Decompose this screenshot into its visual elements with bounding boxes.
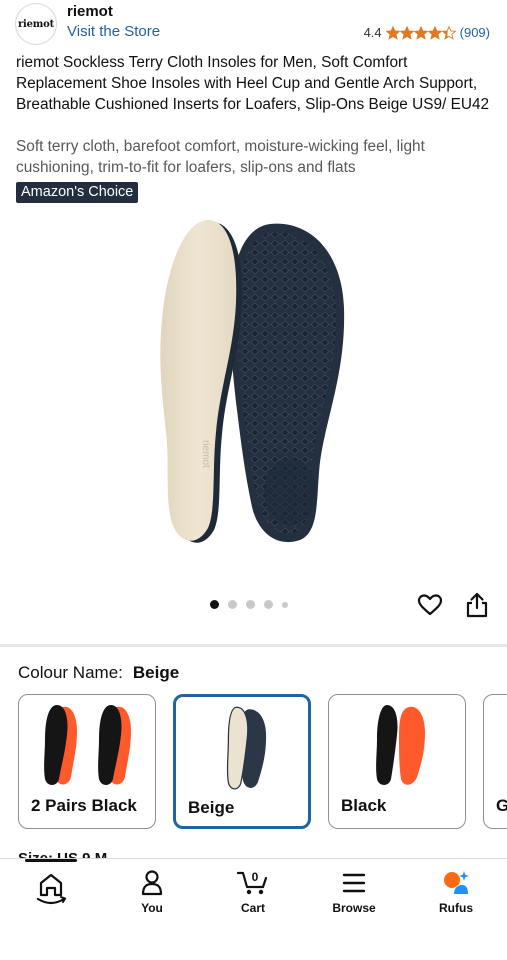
store-header: riemot riemot Visit the Store 4.4 (909): [0, 0, 507, 50]
nav-browse-label: Browse: [332, 901, 376, 915]
rating-summary[interactable]: 4.4 (909): [364, 25, 490, 40]
section-divider: [0, 644, 507, 647]
person-icon: [141, 870, 163, 896]
nav-home[interactable]: [11, 869, 91, 909]
colour-name-label: Colour Name:: [18, 663, 123, 682]
swatch-black-image: [376, 705, 425, 785]
rating-stars: [385, 25, 456, 40]
bottom-navigation: You 0 Cart Browse Rufus: [0, 858, 507, 960]
product-subtitle: Soft terry cloth, barefoot comfort, mois…: [16, 138, 425, 176]
product-title: riemot Sockless Terry Cloth Insoles for …: [16, 54, 490, 113]
star-icon: [385, 25, 400, 40]
nav-you-label: You: [141, 901, 163, 915]
heart-icon[interactable]: [417, 592, 443, 618]
star-icon: [399, 25, 414, 40]
colour-swatch-list: 2 Pairs Black Beige Black G: [18, 694, 507, 830]
swatch-beige-image: [226, 706, 267, 790]
brand-name[interactable]: riemot: [67, 3, 113, 20]
amazons-choice-badge[interactable]: Amazon's Choice: [16, 182, 139, 203]
nav-cart[interactable]: 0 Cart: [213, 869, 293, 915]
product-image-gallery[interactable]: riemot: [0, 212, 507, 592]
swatch-label: 2 Pairs Black: [31, 796, 137, 815]
carousel-dot[interactable]: [264, 600, 273, 609]
nav-browse[interactable]: Browse: [314, 869, 394, 915]
cart-icon: 0: [236, 870, 268, 895]
insole-print: riemot: [200, 440, 211, 468]
home-icon: [36, 873, 67, 905]
carousel-dot[interactable]: [282, 601, 288, 608]
rating-value: 4.4: [363, 25, 382, 40]
selected-colour-value: Beige: [132, 663, 180, 682]
nav-cart-label: Cart: [240, 901, 265, 915]
swatch-2-pairs-black[interactable]: 2 Pairs Black: [18, 694, 156, 829]
brand-logo[interactable]: riemot: [15, 3, 57, 45]
swatch-label: Black: [341, 796, 387, 815]
swatch-black[interactable]: Black: [328, 694, 466, 829]
swatch-label: G: [496, 796, 507, 815]
nav-rufus[interactable]: Rufus: [416, 869, 496, 915]
swatch-beige[interactable]: Beige: [173, 694, 311, 829]
swatch-more[interactable]: G: [483, 694, 507, 829]
brand-logo-text: riemot: [17, 18, 55, 30]
cart-count: 0: [252, 870, 259, 884]
carousel-dot[interactable]: [228, 600, 237, 609]
swatch-2-pairs-black-image: [44, 705, 131, 785]
nav-you[interactable]: You: [112, 869, 192, 915]
menu-icon: [342, 873, 366, 893]
nav-rufus-label: Rufus: [439, 901, 473, 915]
insole-pair-image: riemot: [160, 220, 345, 543]
visit-store-link[interactable]: Visit the Store: [67, 23, 160, 40]
active-tab-indicator: [25, 859, 77, 862]
carousel-dot[interactable]: [210, 600, 219, 609]
colour-name-heading: Colour Name: Beige: [18, 663, 179, 683]
rufus-icon: [444, 871, 469, 894]
star-icon: [413, 25, 428, 40]
carousel-dots[interactable]: [210, 600, 288, 609]
rating-count[interactable]: (909): [460, 25, 490, 40]
star-icon: [441, 25, 456, 40]
star-icon: [427, 25, 442, 40]
swatch-label: Beige: [188, 798, 235, 817]
carousel-dot[interactable]: [246, 600, 255, 609]
share-icon[interactable]: [465, 591, 489, 619]
